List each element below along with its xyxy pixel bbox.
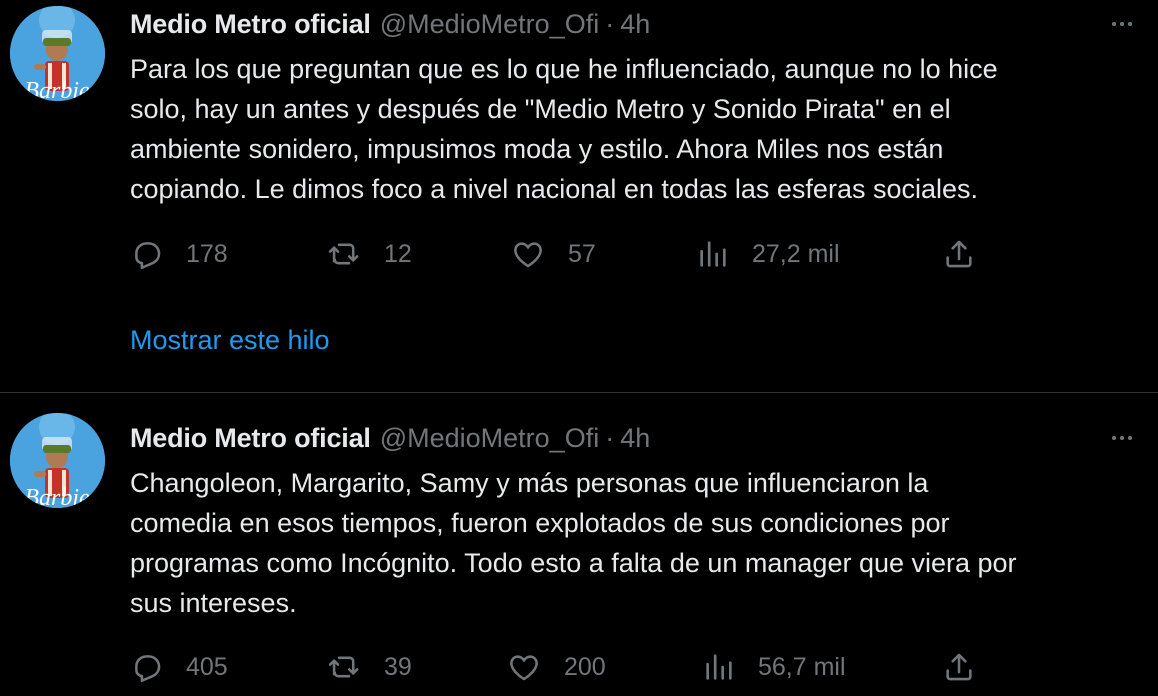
reply-count: 405	[186, 652, 228, 681]
retweet-icon	[328, 656, 359, 678]
tweet-text: Changoleon, Margarito, Samy y más person…	[130, 463, 1140, 623]
share-icon	[946, 653, 972, 681]
tweet-text-line: sus intereses.	[130, 588, 297, 618]
views-button[interactable]: 27,2 mil	[696, 234, 840, 274]
separator-dot: ·	[605, 8, 615, 39]
reply-icon	[135, 655, 161, 683]
timestamp[interactable]: 4h	[620, 423, 650, 454]
show-thread-link[interactable]: Mostrar este hilo	[130, 325, 330, 356]
tweet[interactable]: Barbie Medio Metro oficial @MedioMetro_O…	[0, 0, 1158, 392]
tweet-header: Medio Metro oficial @MedioMetro_Ofi · 4h	[130, 4, 650, 44]
views-count: 27,2 mil	[752, 239, 840, 268]
svg-text:Barbie: Barbie	[24, 485, 90, 508]
reply-icon	[135, 242, 161, 270]
views-chart-icon	[706, 654, 732, 680]
tweet-text-line: ambiente sonidero, impusimos moda y esti…	[130, 134, 944, 164]
tweet-text-line: solo, hay un antes y después de "Medio M…	[130, 94, 951, 124]
display-name[interactable]: Medio Metro oficial	[130, 9, 371, 40]
user-handle[interactable]: @MedioMetro_Ofi	[380, 423, 599, 454]
views-chart-icon	[700, 241, 726, 267]
separator-dot: ·	[605, 422, 615, 453]
tweet-text-line: comedia en esos tiempos, fueron explotad…	[130, 508, 950, 538]
tweet[interactable]: Barbie Medio Metro oficial @MedioMetro_O…	[0, 393, 1158, 696]
retweet-icon	[328, 243, 359, 265]
reply-button[interactable]: 405	[130, 647, 228, 687]
tweet-text-line: copiando. Le dimos foco a nivel nacional…	[130, 174, 979, 204]
reply-button[interactable]: 178	[130, 234, 228, 274]
reply-count: 178	[186, 239, 228, 268]
tweet-actions: 405 39 200 56,7 mil	[130, 647, 1030, 687]
timeline: Barbie Medio Metro oficial @MedioMetro_O…	[0, 0, 1158, 696]
tweet-text-line: Para los que preguntan que es lo que he …	[130, 54, 998, 84]
more-icon[interactable]	[1104, 423, 1140, 453]
tweet-text: Para los que preguntan que es lo que he …	[130, 49, 1140, 209]
tweet-text-line: Changoleon, Margarito, Samy y más person…	[130, 468, 929, 498]
tweet-actions: 178 12 57 27,2 mil	[130, 234, 1030, 274]
retweet-button[interactable]: 12	[326, 234, 412, 274]
tweet-header: Medio Metro oficial @MedioMetro_Ofi · 4h	[130, 418, 650, 458]
retweet-count: 12	[384, 239, 412, 268]
timestamp[interactable]: 4h	[620, 9, 650, 40]
views-count: 56,7 mil	[758, 652, 846, 681]
like-button[interactable]: 57	[510, 234, 596, 274]
share-icon	[946, 240, 972, 268]
avatar[interactable]: Barbie	[10, 413, 105, 508]
views-button[interactable]: 56,7 mil	[702, 647, 846, 687]
user-handle[interactable]: @MedioMetro_Ofi	[380, 9, 599, 40]
heart-icon	[514, 242, 542, 268]
retweet-button[interactable]: 39	[326, 647, 412, 687]
share-button[interactable]	[942, 647, 976, 687]
like-count: 200	[564, 652, 606, 681]
display-name[interactable]: Medio Metro oficial	[130, 423, 371, 454]
more-icon[interactable]	[1104, 9, 1140, 39]
like-count: 57	[568, 239, 596, 268]
svg-text:Barbie: Barbie	[24, 78, 90, 101]
retweet-count: 39	[384, 652, 412, 681]
share-button[interactable]	[942, 234, 976, 274]
tweet-text-line: programas como Incógnito. Todo esto a fa…	[130, 548, 1017, 578]
like-button[interactable]: 200	[506, 647, 606, 687]
heart-icon	[510, 655, 538, 681]
avatar[interactable]: Barbie	[10, 6, 105, 101]
